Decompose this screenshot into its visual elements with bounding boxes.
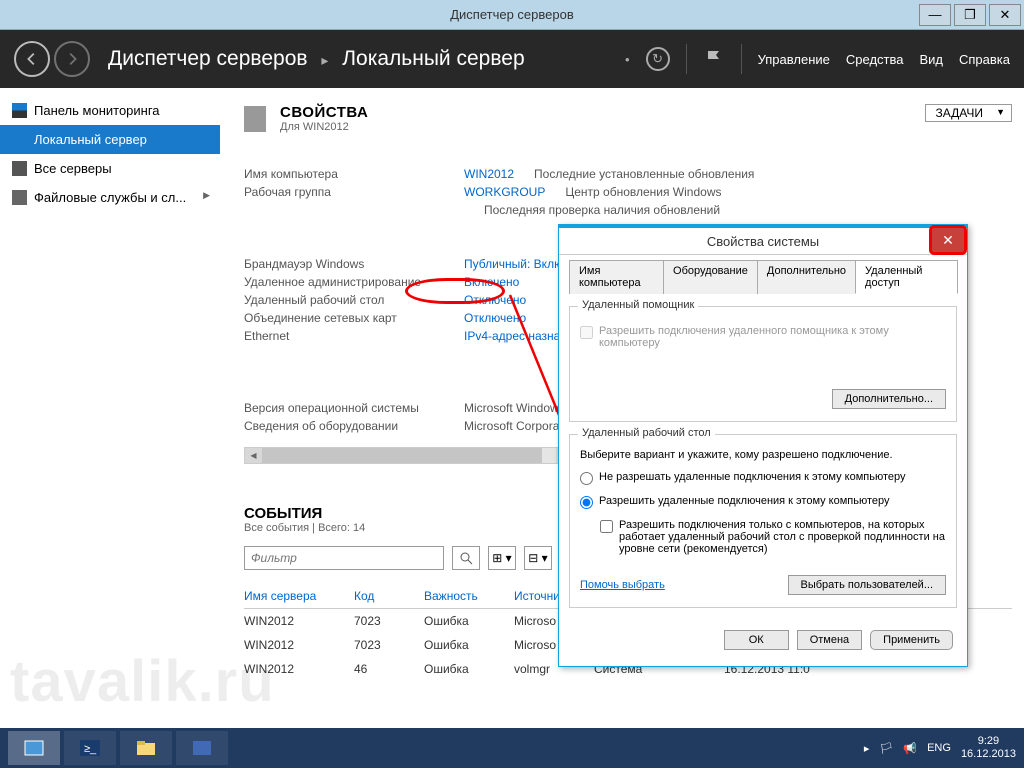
prop-row: Имя компьютераWIN2012Последние установле…: [244, 165, 1012, 183]
checkbox-label: Разрешить подключения удаленного помощни…: [599, 325, 946, 349]
tasks-dropdown[interactable]: ЗАДАЧИ: [925, 104, 1012, 122]
tab-advanced[interactable]: Дополнительно: [757, 260, 856, 294]
breadcrumb-root[interactable]: Диспетчер серверов: [108, 47, 308, 70]
sidebar-item-all-servers[interactable]: Все серверы: [0, 154, 220, 183]
annotation-oval: [405, 278, 505, 304]
server-icon: [12, 132, 27, 147]
remote-assistance-group: Удаленный помощник Разрешить подключения…: [569, 306, 957, 422]
storage-icon: [12, 190, 27, 205]
group-legend: Удаленный помощник: [578, 299, 698, 311]
sidebar: Панель мониторинга Локальный сервер Все …: [0, 88, 220, 728]
tab-hardware[interactable]: Оборудование: [663, 260, 758, 294]
maximize-button[interactable]: ❐: [954, 4, 986, 26]
workgroup-link[interactable]: WORKGROUP: [464, 185, 545, 199]
flag-icon[interactable]: [703, 48, 725, 70]
assist-advanced-button[interactable]: Дополнительно...: [832, 389, 946, 409]
refresh-button[interactable]: ↻: [646, 47, 670, 71]
taskbar-server-manager[interactable]: [8, 731, 60, 765]
taskbar: ≥_ ▸ 🏳 📢 ENG 9:29 16.12.2013: [0, 728, 1024, 768]
search-button[interactable]: [452, 546, 480, 570]
col-server[interactable]: Имя сервера: [244, 589, 354, 603]
sidebar-item-label: Все серверы: [34, 161, 112, 176]
checkbox[interactable]: [600, 520, 613, 533]
window-title: Диспетчер серверов: [450, 7, 574, 22]
taskbar-powershell[interactable]: ≥_: [64, 731, 116, 765]
sidebar-item-label: Панель мониторинга: [34, 103, 160, 118]
dashboard-icon: [12, 103, 27, 118]
select-users-button[interactable]: Выбрать пользователей...: [788, 575, 947, 595]
tab-computer-name[interactable]: Имя компьютера: [569, 260, 664, 294]
dialog-title: Свойства системы: [707, 234, 819, 249]
breadcrumb-current: Локальный сервер: [342, 47, 524, 70]
tray-lang[interactable]: ENG: [927, 742, 951, 754]
forward-button[interactable]: [54, 41, 90, 77]
svg-text:≥_: ≥_: [84, 743, 97, 755]
nic-teaming-link[interactable]: Отключено: [464, 311, 526, 325]
tile-icon: [244, 106, 266, 132]
watermark: tavalik.ru: [10, 648, 275, 715]
checkbox-label: Разрешить подключения только с компьютер…: [619, 519, 946, 555]
filter-tags-button[interactable]: ⊟ ▾: [524, 546, 552, 570]
radio-label: Не разрешать удаленные подключения к это…: [599, 471, 906, 483]
menu-tools[interactable]: Средства: [846, 52, 904, 67]
radio-label: Разрешить удаленные подключения к этому …: [599, 495, 890, 507]
tray-volume-icon[interactable]: 📢: [903, 742, 917, 755]
properties-heading: СВОЙСТВА: [280, 104, 368, 121]
menu-view[interactable]: Вид: [919, 52, 943, 67]
help-choose-link[interactable]: Помочь выбрать: [580, 579, 665, 591]
dialog-tabs: Имя компьютера Оборудование Дополнительн…: [569, 259, 957, 294]
apply-button[interactable]: Применить: [870, 630, 953, 650]
rdp-nla-chk[interactable]: Разрешить подключения только с компьютер…: [600, 519, 946, 555]
dialog-close-button[interactable]: ✕: [929, 225, 967, 255]
group-legend: Удаленный рабочий стол: [578, 427, 715, 439]
computer-name-link[interactable]: WIN2012: [464, 167, 514, 181]
cancel-button[interactable]: Отмена: [797, 630, 862, 650]
tab-remote[interactable]: Удаленный доступ: [855, 260, 958, 294]
sidebar-item-label: Файловые службы и сл...: [34, 190, 186, 205]
events-filter-input[interactable]: [244, 546, 444, 570]
tray-clock[interactable]: 9:29 16.12.2013: [961, 735, 1016, 761]
header-toolbar: Диспетчер серверов ▸ Локальный сервер • …: [0, 30, 1024, 88]
minimize-button[interactable]: —: [919, 4, 951, 26]
breadcrumb: Диспетчер серверов ▸ Локальный сервер: [108, 47, 525, 71]
remote-desktop-group: Удаленный рабочий стол Выберите вариант …: [569, 434, 957, 608]
taskbar-explorer[interactable]: [120, 731, 172, 765]
properties-sub: Для WIN2012: [280, 121, 368, 133]
col-code[interactable]: Код: [354, 589, 424, 603]
window-titlebar: Диспетчер серверов — ❐ ✕: [0, 0, 1024, 30]
sidebar-item-file-storage[interactable]: Файловые службы и сл...▶: [0, 183, 220, 212]
tray-action-center-icon[interactable]: 🏳: [879, 742, 893, 755]
filter-options-button[interactable]: ⊞ ▾: [488, 546, 516, 570]
h-scrollbar[interactable]: ◀▶: [244, 447, 574, 464]
checkbox: [580, 326, 593, 339]
rdp-prompt: Выберите вариант и укажите, кому разреше…: [580, 449, 946, 461]
radio[interactable]: [580, 496, 593, 509]
menu-manage[interactable]: Управление: [758, 52, 830, 67]
radio[interactable]: [580, 472, 593, 485]
prop-row: Последняя проверка наличия обновлений: [244, 201, 1012, 219]
sidebar-item-label: Локальный сервер: [34, 132, 147, 147]
sidebar-item-dashboard[interactable]: Панель мониторинга: [0, 96, 220, 125]
dialog-titlebar: Свойства системы ✕: [559, 225, 967, 255]
ok-button[interactable]: ОК: [724, 630, 789, 650]
close-button[interactable]: ✕: [989, 4, 1021, 26]
taskbar-app[interactable]: [176, 731, 228, 765]
rdp-option-on[interactable]: Разрешить удаленные подключения к этому …: [580, 495, 946, 509]
sidebar-item-local-server[interactable]: Локальный сервер: [0, 125, 220, 154]
back-button[interactable]: [14, 41, 50, 77]
rdp-option-off[interactable]: Не разрешать удаленные подключения к это…: [580, 471, 946, 485]
col-severity[interactable]: Важность: [424, 589, 514, 603]
servers-icon: [12, 161, 27, 176]
tray-flag-icon[interactable]: ▸: [864, 742, 870, 755]
system-properties-dialog: Свойства системы ✕ Имя компьютера Оборуд…: [558, 224, 968, 667]
prop-row: Рабочая группаWORKGROUPЦентр обновления …: [244, 183, 1012, 201]
allow-remote-assist-chk[interactable]: Разрешить подключения удаленного помощни…: [580, 325, 946, 349]
menu-help[interactable]: Справка: [959, 52, 1010, 67]
